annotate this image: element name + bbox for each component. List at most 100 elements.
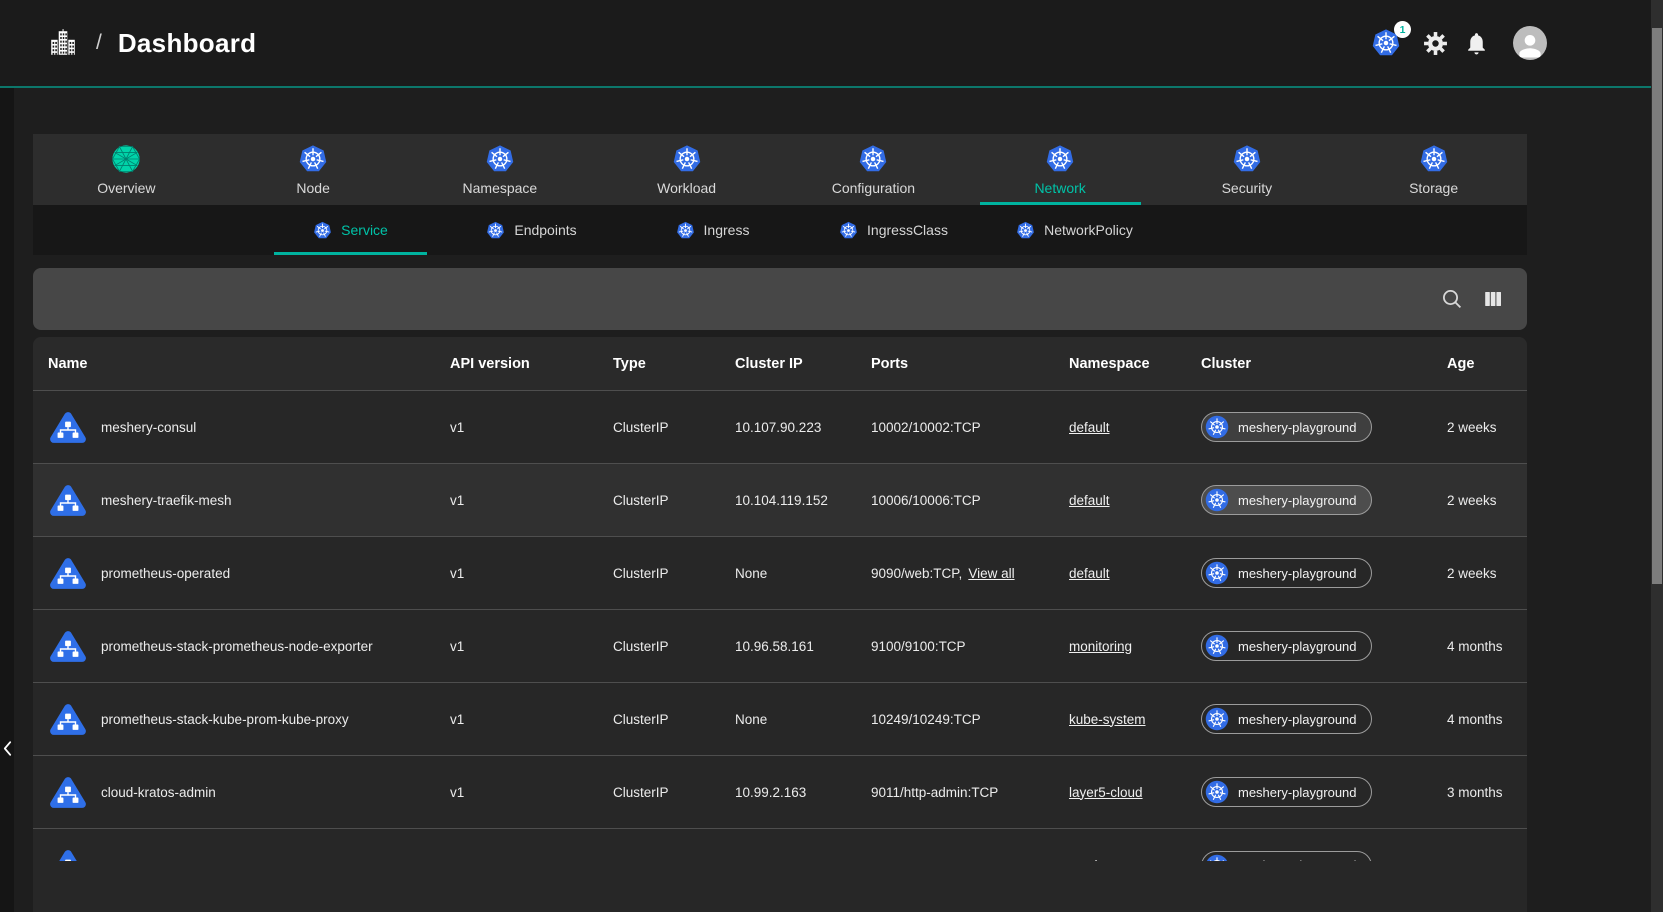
column-header-api-version[interactable]: API version bbox=[450, 356, 613, 372]
search-icon[interactable] bbox=[1440, 287, 1464, 311]
api-version-cell: v1 bbox=[450, 712, 613, 727]
kubernetes-icon bbox=[298, 144, 328, 174]
building-icon[interactable] bbox=[48, 28, 78, 58]
kubernetes-context-button[interactable]: 1 bbox=[1371, 28, 1401, 58]
cluster-chip-label: meshery-playground bbox=[1238, 712, 1357, 727]
cluster-ip-cell: None bbox=[735, 566, 871, 581]
name-cell bbox=[48, 847, 450, 861]
kubernetes-icon bbox=[672, 144, 702, 174]
table-row[interactable]: prometheus-stack-kube-prom-kube-proxy v1… bbox=[33, 682, 1527, 755]
cluster-chip[interactable]: meshery-playground bbox=[1201, 558, 1372, 588]
subtab-ingressclass[interactable]: IngressClass bbox=[803, 205, 984, 255]
column-header-cluster-ip[interactable]: Cluster IP bbox=[735, 356, 871, 372]
cluster-chip[interactable]: meshery-playground bbox=[1201, 704, 1372, 734]
cluster-ip-cell: 10.107.90.223 bbox=[735, 420, 871, 435]
kubernetes-icon bbox=[1205, 415, 1229, 439]
column-header-name[interactable]: Name bbox=[48, 356, 450, 372]
column-header-age[interactable]: Age bbox=[1447, 356, 1512, 372]
table-row[interactable]: meshery-consul v1 ClusterIP 10.107.90.22… bbox=[33, 390, 1527, 463]
subtab-service[interactable]: Service bbox=[260, 205, 441, 255]
namespace-link[interactable]: meshery bbox=[1069, 858, 1121, 861]
cluster-cell: meshery-playground bbox=[1201, 558, 1447, 588]
cluster-ip-cell: 10.99.2.163 bbox=[735, 785, 871, 800]
network-subtabbar: Service Endpoints Ingress IngressClass N… bbox=[33, 205, 1527, 255]
cluster-chip-label: meshery-playground bbox=[1238, 420, 1357, 435]
kubernetes-icon bbox=[313, 221, 332, 240]
services-table: Name API version Type Cluster IP Ports N… bbox=[33, 337, 1527, 912]
tab-configuration[interactable]: Configuration bbox=[780, 134, 967, 205]
ports-value: 10002/10002:TCP bbox=[871, 420, 981, 435]
namespace-link[interactable]: kube-system bbox=[1069, 712, 1146, 727]
ports-cell: 9011/http-admin:TCP bbox=[871, 785, 1069, 800]
column-header-type[interactable]: Type bbox=[613, 356, 735, 372]
table-row[interactable]: prometheus-operated v1 ClusterIP None 90… bbox=[33, 536, 1527, 609]
cluster-chip[interactable]: meshery-playground bbox=[1201, 777, 1372, 807]
cluster-chip[interactable]: meshery-playground bbox=[1201, 412, 1372, 442]
cluster-cell: meshery-playground bbox=[1201, 777, 1447, 807]
column-header-ports[interactable]: Ports bbox=[871, 356, 1069, 372]
vertical-scrollbar bbox=[1651, 0, 1663, 912]
kubernetes-icon bbox=[1045, 144, 1075, 174]
subtab-label: Endpoints bbox=[514, 222, 576, 238]
cluster-chip-label: meshery-playground bbox=[1238, 493, 1357, 508]
cluster-ip-cell: 10.104.119.152 bbox=[735, 493, 871, 508]
cluster-cell: meshery-playground bbox=[1201, 485, 1447, 515]
type-cell: ClusterIP bbox=[613, 493, 735, 508]
ports-value: 9090/web:TCP, bbox=[871, 566, 962, 581]
table-row[interactable]: cloud-kratos-admin v1 ClusterIP 10.99.2.… bbox=[33, 755, 1527, 828]
type-cell: ClusterIP bbox=[613, 566, 735, 581]
name-cell: prometheus-operated bbox=[48, 555, 450, 592]
api-version-cell: v1 bbox=[450, 420, 613, 435]
view-columns-icon[interactable] bbox=[1481, 287, 1505, 311]
column-header-cluster[interactable]: Cluster bbox=[1201, 356, 1447, 372]
namespace-cell: default bbox=[1069, 493, 1201, 508]
cluster-chip[interactable]: meshery-playground bbox=[1201, 851, 1372, 862]
tab-network[interactable]: Network bbox=[967, 134, 1154, 205]
context-count-badge: 1 bbox=[1394, 21, 1411, 38]
service-triangle-icon bbox=[48, 774, 88, 811]
service-triangle-icon bbox=[48, 628, 88, 665]
name-cell: prometheus-stack-kube-prom-kube-proxy bbox=[48, 701, 450, 738]
namespace-cell: default bbox=[1069, 420, 1201, 435]
subtab-label: Service bbox=[341, 222, 388, 238]
namespace-cell: meshery bbox=[1069, 858, 1201, 861]
cluster-chip[interactable]: meshery-playground bbox=[1201, 631, 1372, 661]
meshery-mesh-icon bbox=[111, 144, 141, 174]
cluster-chip[interactable]: meshery-playground bbox=[1201, 485, 1372, 515]
scrollbar-thumb[interactable] bbox=[1652, 28, 1662, 584]
tab-label: Network bbox=[1034, 180, 1085, 196]
chevron-left-icon bbox=[3, 740, 12, 757]
subtab-label: Ingress bbox=[704, 222, 750, 238]
person-icon bbox=[1515, 30, 1545, 60]
ports-value: 9100/9100:TCP bbox=[871, 639, 966, 654]
subtab-ingress[interactable]: Ingress bbox=[622, 205, 803, 255]
subtab-endpoints[interactable]: Endpoints bbox=[441, 205, 622, 255]
namespace-link[interactable]: layer5-cloud bbox=[1069, 785, 1143, 800]
gear-icon[interactable] bbox=[1423, 31, 1448, 56]
table-body: meshery-consul v1 ClusterIP 10.107.90.22… bbox=[33, 390, 1527, 861]
tab-storage[interactable]: Storage bbox=[1340, 134, 1527, 205]
kubernetes-icon bbox=[1205, 561, 1229, 585]
type-cell: ClusterIP bbox=[613, 420, 735, 435]
tab-security[interactable]: Security bbox=[1154, 134, 1341, 205]
name-cell: cloud-kratos-admin bbox=[48, 774, 450, 811]
namespace-link[interactable]: monitoring bbox=[1069, 639, 1132, 654]
namespace-cell: kube-system bbox=[1069, 712, 1201, 727]
tab-namespace[interactable]: Namespace bbox=[407, 134, 594, 205]
cluster-ip-cell: None bbox=[735, 712, 871, 727]
subtab-networkpolicy[interactable]: NetworkPolicy bbox=[984, 205, 1165, 255]
tab-overview[interactable]: Overview bbox=[33, 134, 220, 205]
table-row[interactable]: meshery-traefik-mesh v1 ClusterIP 10.104… bbox=[33, 463, 1527, 536]
namespace-link[interactable]: default bbox=[1069, 566, 1110, 581]
namespace-link[interactable]: default bbox=[1069, 420, 1110, 435]
table-row-partial[interactable]: meshery meshery-playground bbox=[33, 828, 1527, 861]
bell-icon[interactable] bbox=[1464, 31, 1489, 56]
tab-node[interactable]: Node bbox=[220, 134, 407, 205]
sidebar-collapse-toggle[interactable] bbox=[0, 730, 14, 766]
tab-workload[interactable]: Workload bbox=[593, 134, 780, 205]
user-avatar[interactable] bbox=[1513, 26, 1547, 60]
namespace-link[interactable]: default bbox=[1069, 493, 1110, 508]
column-header-namespace[interactable]: Namespace bbox=[1069, 356, 1201, 372]
table-row[interactable]: prometheus-stack-prometheus-node-exporte… bbox=[33, 609, 1527, 682]
view-all-link[interactable]: View all bbox=[968, 566, 1014, 581]
